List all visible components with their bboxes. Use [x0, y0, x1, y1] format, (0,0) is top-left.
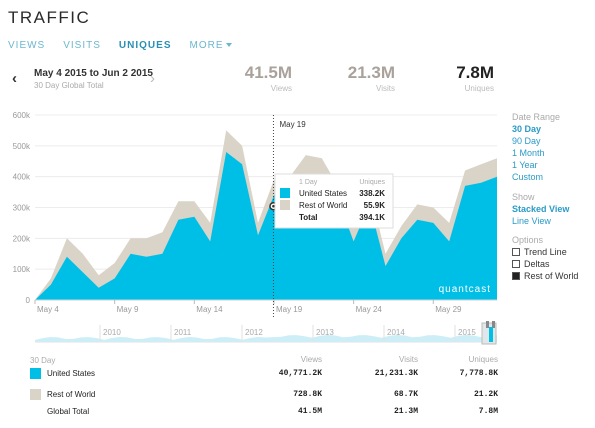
row-views: 41.5M [297, 407, 322, 416]
row-visits: 21,231.3K [374, 369, 418, 378]
rest-of-world-label: Rest of World [524, 271, 579, 281]
x-tick-label: May 24 [356, 305, 383, 314]
date-range-panel: Date Range 30 Day 90 Day 1 Month 1 Year … [512, 112, 560, 182]
tooltip-head: 1 Day [299, 179, 318, 186]
checkbox-checked-icon [512, 272, 520, 280]
trend-line-checkbox[interactable]: Trend Line [512, 247, 578, 257]
quantcast-watermark: quantcast [439, 284, 491, 295]
show-heading: Show [512, 192, 535, 202]
us-swatch [30, 368, 41, 379]
deltas-label: Deltas [524, 259, 550, 269]
row-name: Global Total [47, 407, 90, 416]
options-heading: Options [512, 235, 544, 245]
line-view-option[interactable]: Line View [512, 216, 569, 226]
x-tick-label: May 19 [276, 305, 303, 314]
tooltip-swatch [280, 200, 290, 210]
summary-head-views: Views [300, 355, 322, 364]
row-uniques: 21.2K [473, 390, 498, 399]
x-tick-label: May 14 [196, 305, 223, 314]
table-row: Global Total 41.5M 21.3M 7.8M [30, 406, 500, 420]
tooltip-row-name: Rest of World [299, 201, 347, 210]
timeline-year-label: 2012 [245, 328, 263, 337]
y-tick-label: 100k [13, 265, 31, 274]
tooltip-swatch [280, 188, 290, 198]
timeline-year-label: 2013 [316, 328, 334, 337]
timeline-handle-right [492, 321, 495, 328]
row-visits: 68.7K [393, 390, 418, 399]
y-tick-label: 0 [26, 296, 31, 305]
timeline-year-label: 2010 [103, 328, 121, 337]
row-name: Rest of World [47, 390, 96, 399]
range-1-year[interactable]: 1 Year [512, 160, 560, 170]
table-row: United States 40,771.2K 21,231.3K 7,778.… [30, 368, 500, 382]
date-range-heading: Date Range [512, 112, 561, 122]
timeline-handle-left [486, 321, 489, 328]
timeline-year-label: 2014 [387, 328, 405, 337]
row-uniques: 7,778.8K [459, 369, 498, 378]
x-tick-label: May 29 [435, 305, 462, 314]
timeline-year-label: 2015 [458, 328, 476, 337]
tooltip-row-value: 394.1K [359, 213, 385, 222]
y-tick-label: 400k [13, 173, 31, 182]
y-tick-label: 600k [13, 111, 31, 120]
range-custom[interactable]: Custom [512, 172, 560, 182]
tooltip-row-name: Total [299, 213, 318, 222]
stacked-view-option[interactable]: Stacked View [512, 204, 569, 214]
range-90-day[interactable]: 90 Day [512, 136, 560, 146]
timeline-year-label: 2011 [174, 328, 192, 337]
row-views: 728.8K [293, 390, 322, 399]
deltas-checkbox[interactable]: Deltas [512, 259, 578, 269]
options-panel: Options Trend Line Deltas Rest of World [512, 235, 578, 281]
row-name: United States [47, 369, 96, 378]
summary-period: 30 Day [30, 356, 56, 365]
timeline-current [489, 327, 493, 342]
tooltip-row-value: 338.2K [359, 189, 385, 198]
checkbox-icon [512, 248, 520, 256]
tooltip-column-head: Uniques [359, 179, 385, 186]
trend-line-label: Trend Line [524, 247, 567, 257]
row-swatch [30, 389, 41, 400]
y-tick-label: 200k [13, 234, 31, 243]
summary-head-visits: Visits [399, 355, 418, 364]
hover-point-dot [272, 204, 275, 208]
show-panel: Show Stacked View Line View [512, 192, 569, 226]
row-views: 40,771.2K [278, 369, 322, 378]
date-marker-label: May 19 [279, 120, 306, 129]
row-visits: 21.3M [393, 407, 418, 416]
x-tick-label: May 4 [37, 305, 59, 314]
tooltip-row-name: United States [299, 189, 347, 198]
checkbox-icon [512, 260, 520, 268]
y-tick-label: 500k [13, 142, 31, 151]
range-30-day[interactable]: 30 Day [512, 124, 560, 134]
row-uniques: 7.8M [478, 407, 498, 416]
summary-header-row: 30 Day Views Visits Uniques [30, 355, 500, 369]
table-row: Rest of World 728.8K 68.7K 21.2K [30, 389, 500, 403]
range-1-month[interactable]: 1 Month [512, 148, 560, 158]
tooltip-row-value: 55.9K [364, 201, 386, 210]
y-tick-label: 300k [13, 204, 31, 213]
rest-of-world-checkbox[interactable]: Rest of World [512, 271, 578, 281]
x-tick-label: May 9 [117, 305, 139, 314]
summary-head-uniques: Uniques [468, 355, 498, 364]
